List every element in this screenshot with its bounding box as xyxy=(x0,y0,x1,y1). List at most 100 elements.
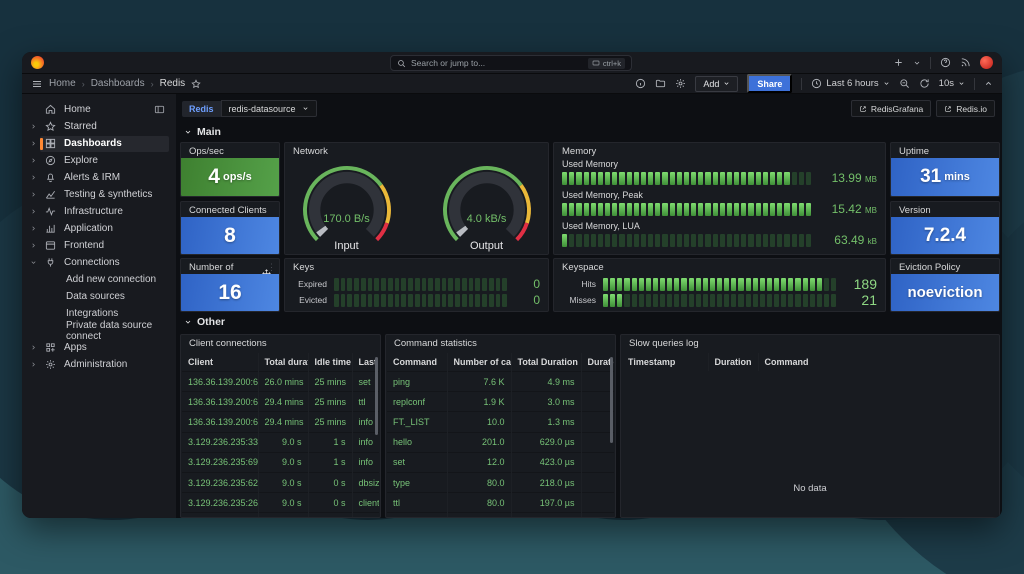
refresh-icon[interactable] xyxy=(919,78,930,89)
sidebar-item-dashboards[interactable]: Dashboards xyxy=(22,135,176,152)
keyspace-hits-row: Hits 189 xyxy=(581,276,877,292)
time-range-picker[interactable]: Last 6 hours xyxy=(811,78,889,89)
grafana-logo-icon[interactable] xyxy=(31,56,44,69)
scrollbar[interactable] xyxy=(375,357,378,435)
breadcrumb-current[interactable]: Redis xyxy=(160,78,186,89)
column-header[interactable]: Total Duration ↓ xyxy=(511,353,582,372)
column-header[interactable]: Timestamp xyxy=(622,353,709,371)
info-icon[interactable] xyxy=(635,78,646,89)
help-icon[interactable] xyxy=(940,57,951,68)
sidebar-item-data-sources[interactable]: Data sources xyxy=(22,288,176,305)
table-cell: 151.0 µs xyxy=(511,512,582,517)
table-cell: 12.0 xyxy=(447,451,512,473)
chevron-right-icon xyxy=(32,175,35,180)
table-cell: 9.0 s xyxy=(258,492,309,513)
lcd-bar xyxy=(562,233,812,247)
chevron-down-icon xyxy=(724,82,729,85)
news-rss-icon[interactable] xyxy=(960,57,971,68)
table-row: 136.36.139.200:63129.4 mins25 minsinfo xyxy=(182,411,379,433)
dashboard-toolbar: Home › Dashboards › Redis Add Share Last… xyxy=(22,74,1002,94)
table-header-row: CommandNumber of callsTotal Duration ↓Du… xyxy=(387,353,614,372)
panel-title[interactable]: Memory xyxy=(554,143,885,160)
user-avatar[interactable] xyxy=(980,56,993,69)
panel-number-of-keys: Number of Keys ⋮ 16 xyxy=(180,258,280,312)
column-header[interactable]: Idle time ↓ xyxy=(308,353,353,372)
sidebar-item-home[interactable]: Home xyxy=(22,101,176,118)
row-section-other[interactable]: Other xyxy=(184,316,225,328)
link-redis-io[interactable]: Redis.io xyxy=(936,100,995,117)
table-cell: set xyxy=(387,451,448,473)
gear-settings-icon[interactable] xyxy=(675,78,686,89)
table-cell: 9.0 s xyxy=(258,471,309,493)
plus-icon[interactable] xyxy=(893,57,904,68)
sidebar-item-administration[interactable]: Administration xyxy=(22,356,176,373)
bar-value: 63.49 kB xyxy=(834,233,877,247)
panel-title[interactable]: Client connections xyxy=(181,335,380,352)
column-header[interactable]: Number of calls xyxy=(447,353,512,372)
panel-menu-icon[interactable]: ⋮ xyxy=(267,262,276,273)
table-cell: info xyxy=(352,431,379,453)
panel-title[interactable]: Keyspace xyxy=(554,259,885,276)
chevron-down-icon xyxy=(185,130,191,134)
column-header[interactable]: Duration xyxy=(708,353,759,371)
dock-sidebar-icon[interactable] xyxy=(154,104,165,115)
sidebar-item-testing-synthetics[interactable]: Testing & synthetics xyxy=(22,186,176,203)
panel-title[interactable]: Command statistics xyxy=(386,335,615,352)
stat-value: noeviction xyxy=(891,274,999,311)
chevron-right-icon xyxy=(32,192,35,197)
sidebar-item-starred[interactable]: Starred xyxy=(22,118,176,135)
table-cell: 4.9 ms xyxy=(511,370,582,392)
clock-icon xyxy=(812,78,822,89)
panel-slow-queries-log: Slow queries log Timestamp Duration Comman… xyxy=(620,334,1000,518)
row-section-main[interactable]: Main xyxy=(184,126,221,138)
sidebar-item-explore[interactable]: Explore xyxy=(22,152,176,169)
table-cell: ping xyxy=(387,370,448,392)
dashboard-links: RedisGrafana Redis.io xyxy=(850,100,995,117)
menu-hamburger-icon[interactable] xyxy=(31,78,43,90)
column-header[interactable]: Command xyxy=(758,353,998,371)
table-row: hello 201.0 629.0 µs xyxy=(387,431,614,453)
datasource-dropdown[interactable]: redis-datasource xyxy=(220,100,317,117)
sidebar-item-connections[interactable]: Connections xyxy=(22,254,176,271)
sidebar-item-alerts-irm[interactable]: Alerts & IRM xyxy=(22,169,176,186)
sidebar-item-frontend[interactable]: Frontend xyxy=(22,237,176,254)
chevron-up-icon[interactable] xyxy=(984,79,993,88)
table-cell: 3.129.236.235:336 xyxy=(182,431,259,453)
breadcrumb-home[interactable]: Home xyxy=(49,78,76,89)
table-cell: 29.4 mins xyxy=(258,391,309,412)
folder-icon[interactable] xyxy=(655,78,666,89)
column-header[interactable]: Total duration xyxy=(258,353,309,372)
panel-title[interactable]: Keys xyxy=(285,259,548,276)
sidebar-item-add-new-connection[interactable]: Add new connection xyxy=(22,271,176,288)
column-header[interactable]: Client xyxy=(182,353,259,372)
column-header[interactable]: Command xyxy=(387,353,448,372)
chevron-right-icon xyxy=(32,362,35,367)
slow-queries-table: Timestamp Duration Command xyxy=(622,353,998,371)
nav-sidebar: Home Starred Dashboards Explore Alerts &… xyxy=(22,94,176,518)
table-cell: 1 s xyxy=(308,451,353,473)
sidebar-item-private-data-source-connect[interactable]: Private data source connect xyxy=(22,320,176,342)
sidebar-item-apps[interactable]: Apps xyxy=(22,339,176,356)
refresh-interval-picker[interactable]: 10s xyxy=(939,78,965,89)
star-favorite-icon[interactable] xyxy=(191,78,201,89)
toolbar-actions: Add Share Last 6 hours 10s xyxy=(635,74,993,93)
plug-icon xyxy=(47,258,54,267)
gauge-label: Input xyxy=(334,240,359,252)
share-button[interactable]: Share xyxy=(747,74,793,93)
table-cell: 80.0 xyxy=(447,492,512,513)
sidebar-item-infrastructure[interactable]: Infrastructure xyxy=(22,203,176,220)
scrollbar[interactable] xyxy=(610,357,613,443)
search-input[interactable]: Search or jump to... ctrl+k xyxy=(390,55,632,71)
link-redisgrafana[interactable]: RedisGrafana xyxy=(850,100,932,117)
sidebar-item-application[interactable]: Application xyxy=(22,220,176,237)
table-cell: dbsize xyxy=(352,471,379,493)
breadcrumb-separator: › xyxy=(150,78,154,89)
datasource-variable: Redis redis-datasource xyxy=(182,100,317,117)
panel-connected-clients: Connected Clients 8 xyxy=(180,201,280,255)
panel-title[interactable]: Slow queries log xyxy=(621,335,999,352)
zoom-out-icon[interactable] xyxy=(899,78,910,89)
breadcrumb-dashboards[interactable]: Dashboards xyxy=(91,78,145,89)
table-cell: 0 s xyxy=(308,512,353,517)
add-button[interactable]: Add xyxy=(695,75,739,92)
chevron-down-icon[interactable] xyxy=(913,59,921,67)
